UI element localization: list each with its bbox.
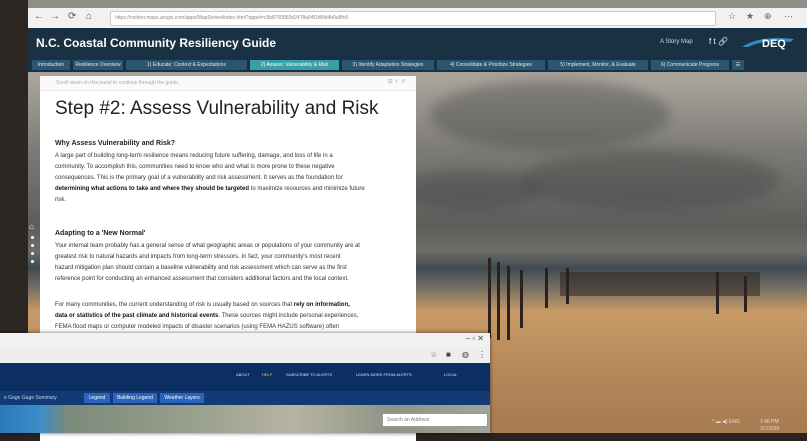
panel-header: Scroll down on this panel to continue th…: [40, 76, 416, 91]
paragraph-text: to maximize resources and minimize futur…: [249, 186, 365, 192]
refresh-icon[interactable]: ⟳: [68, 11, 76, 22]
map-toolbar: e Gage Gage Summary Legend Building Lege…: [0, 391, 490, 405]
forward-icon[interactable]: →: [50, 11, 60, 22]
nav-link-learn-more[interactable]: LEARN MORE FROM ALERTS: [356, 372, 412, 377]
paragraph-line: reference point for conducting an enhanc…: [55, 276, 349, 282]
menu-icon[interactable]: ⋮: [478, 350, 486, 359]
nav-link-about[interactable]: ABOUT: [236, 372, 250, 377]
window-titlebar: – ▫ ✕: [0, 333, 490, 347]
nav-link-subscribe[interactable]: SUBSCRIBE TO ALERTS: [286, 372, 332, 377]
logo-text: DEQ: [762, 38, 786, 50]
emphasis-text: determining what actions to take and whe…: [55, 186, 250, 192]
paragraph-line: community. To accomplish this, communiti…: [55, 164, 335, 170]
paragraph-text: For many communities, the current unders…: [55, 302, 294, 308]
building-legend-button[interactable]: Building Legend: [113, 393, 157, 403]
gage-links[interactable]: e Gage Gage Summary: [4, 395, 57, 401]
emphasis-text: data or statistics of the past climate a…: [55, 313, 219, 319]
window-controls[interactable]: – ▫ ✕: [466, 334, 484, 343]
legend-button[interactable]: Legend: [84, 393, 110, 403]
tab-communicate[interactable]: 6) Communicate Progress: [651, 60, 729, 70]
back-icon[interactable]: ←: [34, 11, 44, 22]
clock-date[interactable]: 3/7/2020: [760, 426, 779, 432]
share-icons: f t 🔗: [709, 37, 728, 46]
site-nav: ABOUT HELP SUBSCRIBE TO ALERTS LEARN MOR…: [0, 363, 490, 391]
page-title: Step #2: Assess Vulnerability and Risk: [55, 98, 379, 119]
window-toolbar: ☆ ■ ◍ ⋮: [0, 347, 490, 363]
second-browser-window[interactable]: – ▫ ✕ ☆ ■ ◍ ⋮ ABOUT HELP SUBSCRIBE TO AL…: [0, 333, 490, 433]
nav-link-local[interactable]: LOCAL: [444, 372, 457, 377]
share-icon[interactable]: ⊕: [764, 11, 772, 22]
paragraph-text: . These sources might include personal e…: [218, 313, 359, 319]
panel-hint: Scroll down on this panel to continue th…: [56, 80, 180, 86]
star-icon[interactable]: ☆: [430, 350, 437, 359]
more-icon[interactable]: ⋯: [784, 11, 793, 22]
extension-icon[interactable]: ■: [446, 350, 451, 359]
paragraph-line: Your internal team probably has a genera…: [55, 243, 360, 249]
paragraph-line: FEMA flood maps or computer modeled impa…: [55, 324, 340, 330]
weather-layers-button[interactable]: Weather Layers: [160, 393, 204, 403]
paragraph-line: risk.: [55, 197, 66, 203]
address-search-input[interactable]: Search an Address: [382, 413, 488, 427]
section-tabs: Introduction Resilience Overview 1) Educ…: [28, 58, 807, 72]
tab-implement[interactable]: 5) Implement, Monitor, & Evaluate: [548, 60, 648, 70]
tab-resilience-overview[interactable]: Resilience Overview: [73, 60, 123, 70]
home-icon[interactable]: ⌂: [86, 11, 92, 22]
favorite-icon[interactable]: ☆: [728, 11, 736, 22]
tab-assess[interactable]: 2) Assess: Vulnerability & Risk: [250, 60, 339, 70]
system-tray: ^ ▬ ◀) ENG 1:46 PM 3/7/2020: [712, 419, 807, 433]
app-header: N.C. Coastal Community Resiliency Guide …: [28, 28, 807, 58]
profile-icon[interactable]: ◍: [462, 350, 469, 359]
nav-link-help[interactable]: HELP: [262, 372, 272, 377]
nav-dot[interactable]: [31, 244, 34, 247]
paragraph-line: data or statistics of the past climate a…: [55, 311, 405, 322]
tab-consolidate[interactable]: 4) Consolidate & Prioritize Strategies: [437, 60, 545, 70]
link-icon[interactable]: 🔗: [718, 37, 728, 46]
paragraph-line: A large part of building long-term resil…: [55, 153, 333, 159]
paragraph-line: For many communities, the current unders…: [55, 300, 405, 311]
deq-logo[interactable]: DEQ: [740, 33, 796, 53]
section-heading: Adapting to a 'New Normal': [55, 230, 146, 237]
section-heading: Why Assess Vulnerability and Risk?: [55, 140, 176, 147]
panel-tool-icons[interactable]: ⊟ ✓ ✐: [388, 78, 406, 85]
nav-dot[interactable]: [31, 252, 34, 255]
paragraph-line: consequences. This is the primary goal o…: [55, 175, 343, 181]
tab-educate[interactable]: 1) Educate: Context & Expectations: [126, 60, 247, 70]
paragraph-line: determining what actions to take and whe…: [55, 184, 405, 195]
tab-introduction[interactable]: Introduction: [32, 60, 70, 70]
nav-dot[interactable]: [31, 236, 34, 239]
facebook-icon[interactable]: f: [709, 37, 711, 46]
paragraph-line: hazard mitigation plan should contain a …: [55, 265, 347, 271]
tray-icons[interactable]: ^ ▬ ◀) ENG: [712, 419, 740, 425]
emphasis-text: rely on information,: [293, 302, 350, 308]
favorites-bar-icon[interactable]: ★: [746, 11, 754, 22]
clock-time[interactable]: 1:46 PM: [760, 419, 779, 425]
story-map-label: A Story Map: [660, 39, 693, 45]
app-title: N.C. Coastal Community Resiliency Guide: [36, 36, 277, 50]
paragraph-line: greatest risk to natural hazards and imp…: [55, 254, 341, 260]
home-icon[interactable]: ⌂: [29, 222, 34, 231]
nav-dot[interactable]: [31, 260, 34, 263]
address-bar: ← → ⟳ ⌂ https://ncdenr.maps.arcgis.com/a…: [28, 8, 807, 29]
tab-identify[interactable]: 3) Identify Adaptation Strategies: [342, 60, 434, 70]
tab-more-icon[interactable]: ☰: [732, 60, 744, 70]
twitter-icon[interactable]: t: [713, 37, 715, 46]
url-input[interactable]: https://ncdenr.maps.arcgis.com/apps/MapS…: [110, 11, 716, 26]
side-navigation: ⌂: [28, 222, 37, 282]
